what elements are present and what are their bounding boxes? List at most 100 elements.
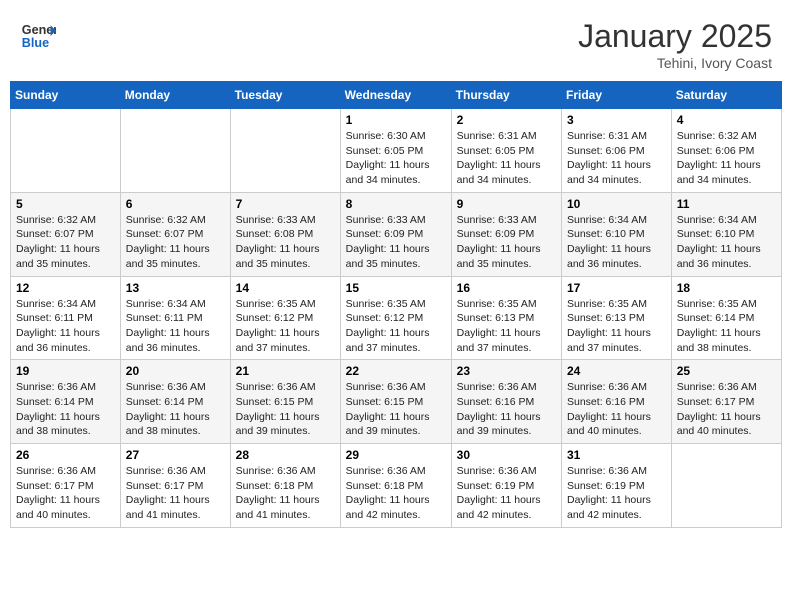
day-number: 21 (236, 364, 335, 378)
day-info: Sunrise: 6:36 AMSunset: 6:19 PMDaylight:… (567, 464, 666, 523)
day-info: Sunrise: 6:35 AMSunset: 6:12 PMDaylight:… (236, 297, 335, 356)
day-info: Sunrise: 6:36 AMSunset: 6:16 PMDaylight:… (457, 380, 556, 439)
day-info: Sunrise: 6:36 AMSunset: 6:18 PMDaylight:… (346, 464, 446, 523)
day-info: Sunrise: 6:36 AMSunset: 6:19 PMDaylight:… (457, 464, 556, 523)
month-title: January 2025 (578, 18, 772, 55)
day-number: 9 (457, 197, 556, 211)
calendar-cell: 23Sunrise: 6:36 AMSunset: 6:16 PMDayligh… (451, 360, 561, 444)
day-info: Sunrise: 6:35 AMSunset: 6:14 PMDaylight:… (677, 297, 776, 356)
day-number: 30 (457, 448, 556, 462)
title-block: January 2025 Tehini, Ivory Coast (578, 18, 772, 71)
calendar-cell (230, 109, 340, 193)
calendar-cell: 28Sunrise: 6:36 AMSunset: 6:18 PMDayligh… (230, 444, 340, 528)
day-info: Sunrise: 6:36 AMSunset: 6:15 PMDaylight:… (346, 380, 446, 439)
calendar-cell: 29 Sunrise: 6:36 AMSunset: 6:18 PMDayligh… (340, 444, 451, 528)
calendar-cell: 25Sunrise: 6:36 AMSunset: 6:17 PMDayligh… (671, 360, 781, 444)
day-info: Sunrise: 6:34 AMSunset: 6:10 PMDaylight:… (677, 213, 776, 272)
calendar-cell (671, 444, 781, 528)
day-info: Sunrise: 6:32 AMSunset: 6:07 PMDaylight:… (126, 213, 225, 272)
calendar-cell: 12 Sunrise: 6:34 AMSunset: 6:11 PMDayligh… (11, 276, 121, 360)
day-number: 18 (677, 281, 776, 295)
header-day-thursday: Thursday (451, 82, 561, 109)
calendar-cell: 30 Sunrise: 6:36 AMSunset: 6:19 PMDayligh… (451, 444, 561, 528)
day-number: 3 (567, 113, 666, 127)
calendar-cell (11, 109, 121, 193)
day-number: 7 (236, 197, 335, 211)
calendar-week-4: 19 Sunrise: 6:36 AMSunset: 6:14 PMDayligh… (11, 360, 782, 444)
calendar-cell: 14 Sunrise: 6:35 AMSunset: 6:12 PMDayligh… (230, 276, 340, 360)
day-info: Sunrise: 6:34 AMSunset: 6:11 PMDaylight:… (16, 297, 115, 356)
day-number: 14 (236, 281, 335, 295)
calendar-cell: 20 Sunrise: 6:36 AMSunset: 6:14 PMDayligh… (120, 360, 230, 444)
header-day-friday: Friday (562, 82, 672, 109)
day-number: 8 (346, 197, 446, 211)
day-info: Sunrise: 6:36 AMSunset: 6:18 PMDaylight:… (236, 464, 335, 523)
day-info: Sunrise: 6:33 AMSunset: 6:09 PMDaylight:… (346, 213, 446, 272)
calendar-cell: 21Sunrise: 6:36 AMSunset: 6:15 PMDayligh… (230, 360, 340, 444)
day-number: 29 (346, 448, 446, 462)
calendar-cell: 16 Sunrise: 6:35 AMSunset: 6:13 PMDayligh… (451, 276, 561, 360)
calendar-cell: 26Sunrise: 6:36 AMSunset: 6:17 PMDayligh… (11, 444, 121, 528)
day-number: 24 (567, 364, 666, 378)
day-info: Sunrise: 6:35 AMSunset: 6:13 PMDaylight:… (567, 297, 666, 356)
calendar-cell: 8 Sunrise: 6:33 AMSunset: 6:09 PMDaylight… (340, 192, 451, 276)
day-info: Sunrise: 6:36 AMSunset: 6:16 PMDaylight:… (567, 380, 666, 439)
header-day-saturday: Saturday (671, 82, 781, 109)
calendar-week-1: 1 Sunrise: 6:30 AMSunset: 6:05 PMDaylight… (11, 109, 782, 193)
day-number: 13 (126, 281, 225, 295)
calendar-week-2: 5Sunrise: 6:32 AMSunset: 6:07 PMDaylight… (11, 192, 782, 276)
header-day-monday: Monday (120, 82, 230, 109)
calendar-cell: 1 Sunrise: 6:30 AMSunset: 6:05 PMDaylight… (340, 109, 451, 193)
day-number: 27 (126, 448, 225, 462)
calendar-table: SundayMondayTuesdayWednesdayThursdayFrid… (10, 81, 782, 528)
calendar-cell: 5Sunrise: 6:32 AMSunset: 6:07 PMDaylight… (11, 192, 121, 276)
day-info: Sunrise: 6:34 AMSunset: 6:11 PMDaylight:… (126, 297, 225, 356)
calendar-cell: 17 Sunrise: 6:35 AMSunset: 6:13 PMDayligh… (562, 276, 672, 360)
day-number: 2 (457, 113, 556, 127)
day-number: 22 (346, 364, 446, 378)
day-number: 1 (346, 113, 446, 127)
header-day-wednesday: Wednesday (340, 82, 451, 109)
day-info: Sunrise: 6:32 AMSunset: 6:07 PMDaylight:… (16, 213, 115, 272)
page-header: General Blue January 2025 Tehini, Ivory … (10, 10, 782, 75)
day-info: Sunrise: 6:36 AMSunset: 6:17 PMDaylight:… (126, 464, 225, 523)
calendar-cell: 7 Sunrise: 6:33 AMSunset: 6:08 PMDaylight… (230, 192, 340, 276)
calendar-cell: 18 Sunrise: 6:35 AMSunset: 6:14 PMDayligh… (671, 276, 781, 360)
calendar-header-row: SundayMondayTuesdayWednesdayThursdayFrid… (11, 82, 782, 109)
day-info: Sunrise: 6:32 AMSunset: 6:06 PMDaylight:… (677, 129, 776, 188)
day-number: 6 (126, 197, 225, 211)
day-number: 16 (457, 281, 556, 295)
day-number: 10 (567, 197, 666, 211)
day-info: Sunrise: 6:35 AMSunset: 6:13 PMDaylight:… (457, 297, 556, 356)
day-info: Sunrise: 6:31 AMSunset: 6:06 PMDaylight:… (567, 129, 666, 188)
calendar-cell: 24 Sunrise: 6:36 AMSunset: 6:16 PMDayligh… (562, 360, 672, 444)
header-day-sunday: Sunday (11, 82, 121, 109)
day-number: 26 (16, 448, 115, 462)
calendar-body: 1 Sunrise: 6:30 AMSunset: 6:05 PMDaylight… (11, 109, 782, 528)
svg-text:Blue: Blue (22, 36, 49, 50)
calendar-cell: 6 Sunrise: 6:32 AMSunset: 6:07 PMDaylight… (120, 192, 230, 276)
day-info: Sunrise: 6:33 AMSunset: 6:08 PMDaylight:… (236, 213, 335, 272)
calendar-cell: 11Sunrise: 6:34 AMSunset: 6:10 PMDayligh… (671, 192, 781, 276)
day-number: 25 (677, 364, 776, 378)
calendar-cell: 22 Sunrise: 6:36 AMSunset: 6:15 PMDayligh… (340, 360, 451, 444)
calendar-cell: 10Sunrise: 6:34 AMSunset: 6:10 PMDayligh… (562, 192, 672, 276)
day-info: Sunrise: 6:31 AMSunset: 6:05 PMDaylight:… (457, 129, 556, 188)
day-number: 19 (16, 364, 115, 378)
logo-icon: General Blue (20, 18, 56, 54)
day-number: 17 (567, 281, 666, 295)
day-info: Sunrise: 6:33 AMSunset: 6:09 PMDaylight:… (457, 213, 556, 272)
calendar-cell: 15Sunrise: 6:35 AMSunset: 6:12 PMDayligh… (340, 276, 451, 360)
header-day-tuesday: Tuesday (230, 82, 340, 109)
day-info: Sunrise: 6:30 AMSunset: 6:05 PMDaylight:… (346, 129, 446, 188)
day-info: Sunrise: 6:36 AMSunset: 6:14 PMDaylight:… (126, 380, 225, 439)
calendar-cell (120, 109, 230, 193)
calendar-cell: 19Sunrise: 6:36 AMSunset: 6:14 PMDayligh… (11, 360, 121, 444)
day-number: 20 (126, 364, 225, 378)
calendar-week-5: 26 Sunrise: 6:36 AMSunset: 6:17 PMDayligh… (11, 444, 782, 528)
logo: General Blue (20, 18, 60, 54)
day-number: 4 (677, 113, 776, 127)
day-number: 12 (16, 281, 115, 295)
calendar-cell: 13 Sunrise: 6:34 AMSunset: 6:11 PMDayligh… (120, 276, 230, 360)
day-number: 15 (346, 281, 446, 295)
